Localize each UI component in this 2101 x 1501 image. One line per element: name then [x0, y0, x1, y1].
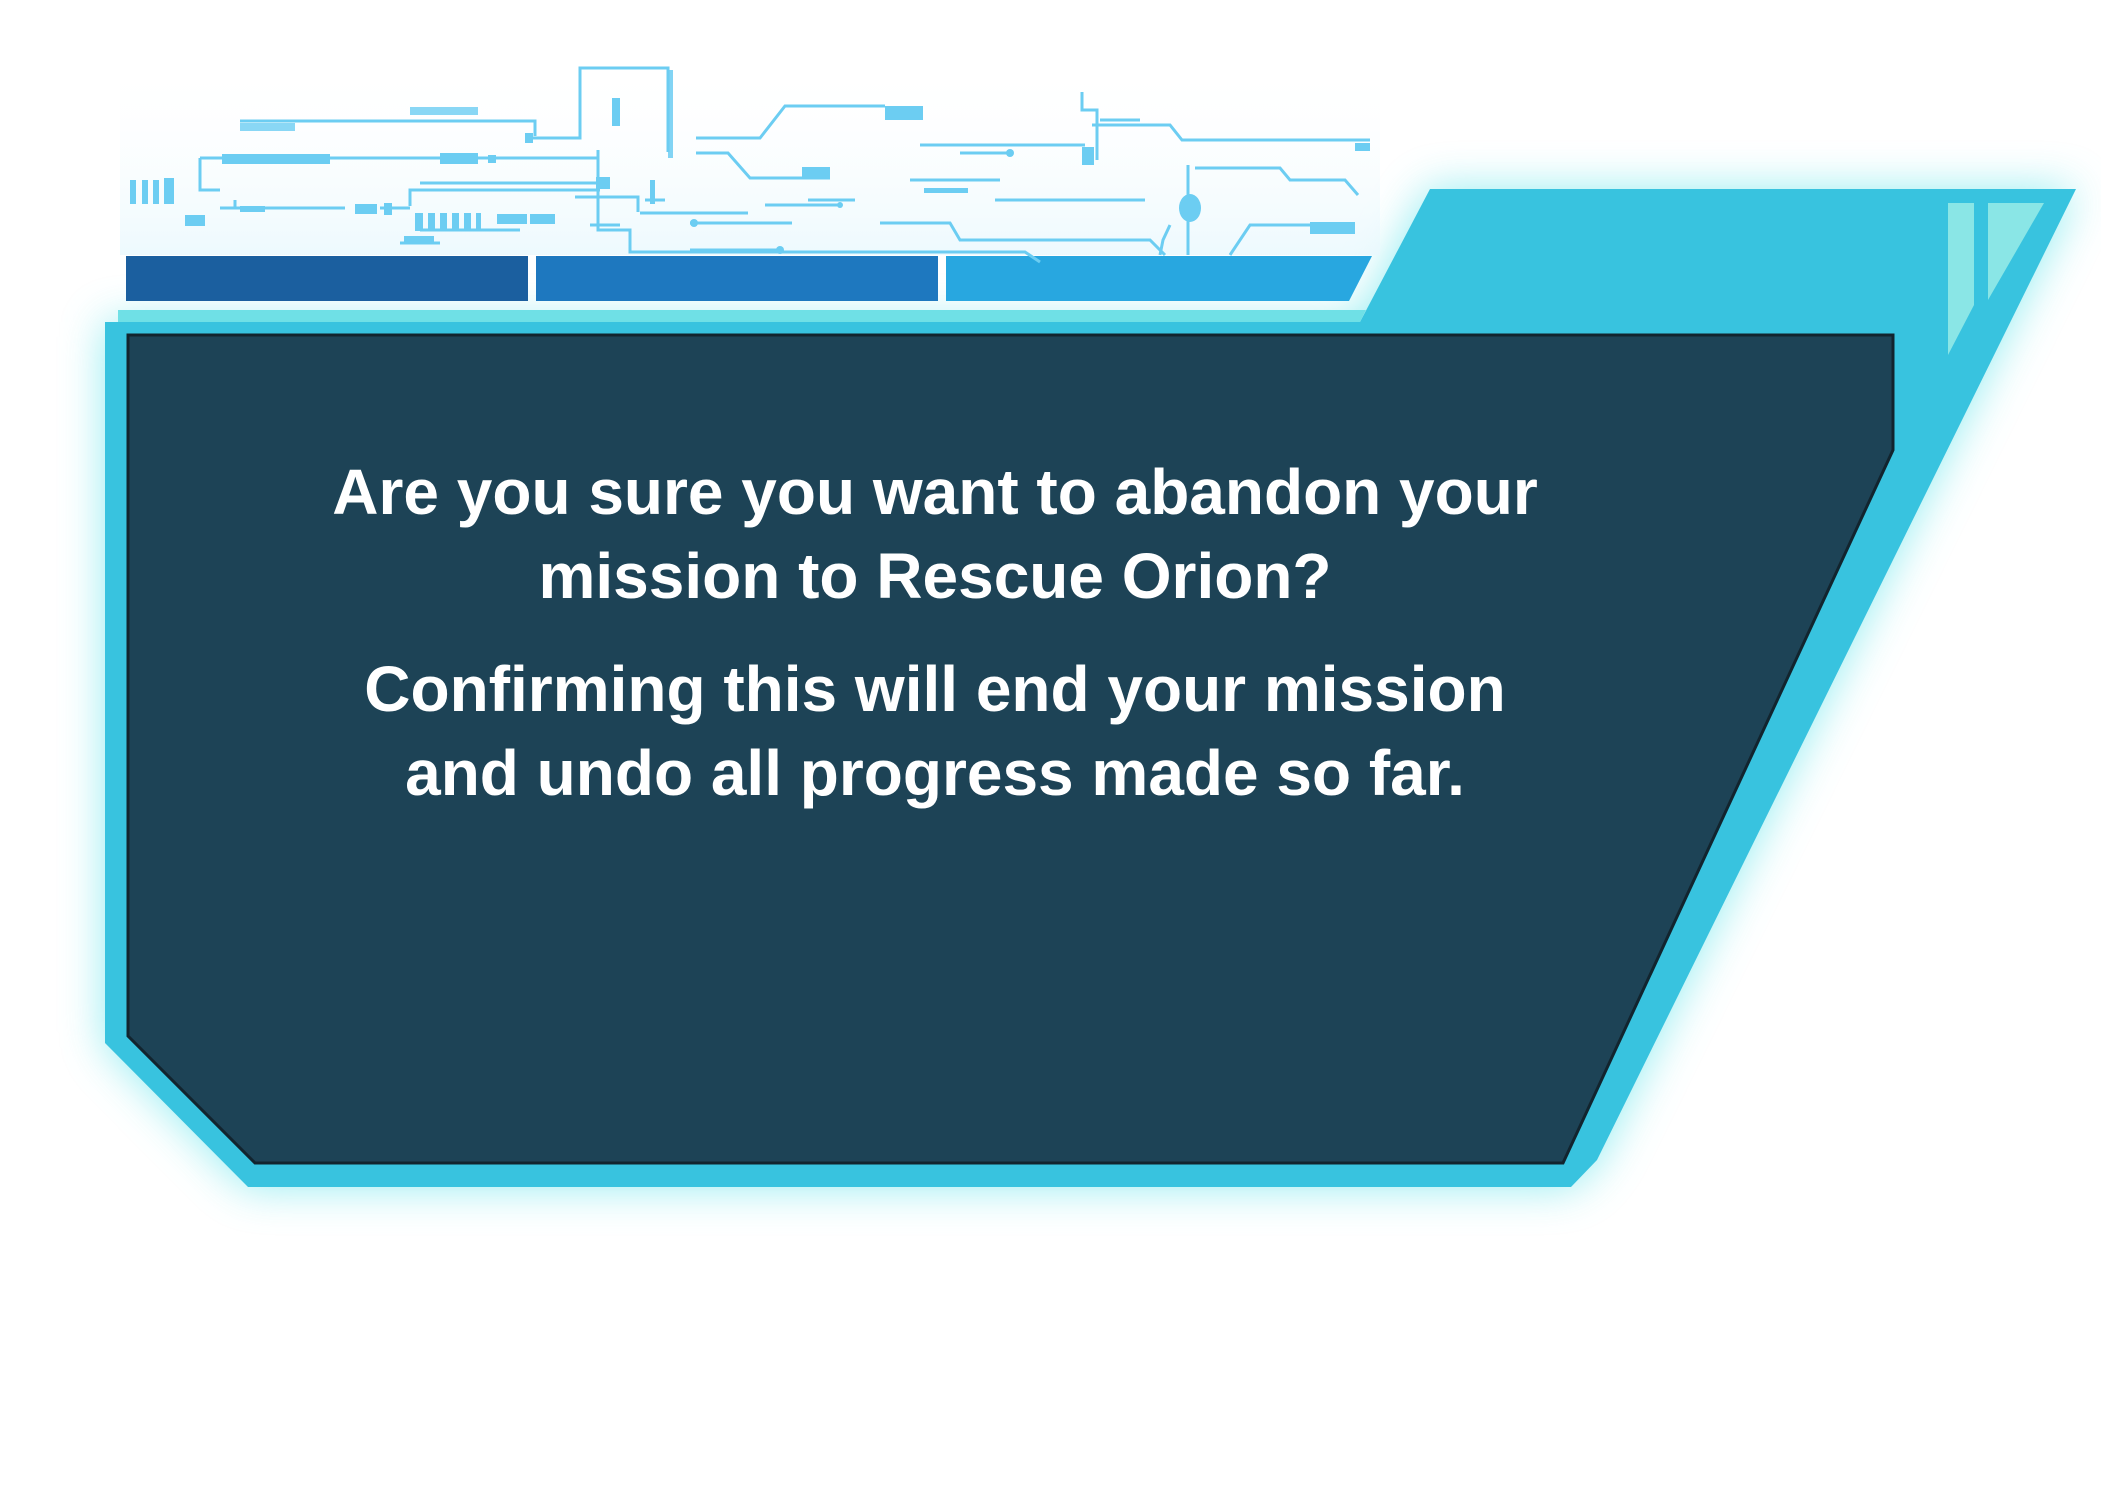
confirm-question-line-1: Are you sure you want to abandon your	[332, 456, 1538, 528]
tab-segment-1	[126, 256, 528, 301]
frame-top-rim	[118, 310, 1366, 322]
tab-segment-2	[536, 256, 938, 301]
confirm-warning-line-2: and undo all progress made so far.	[405, 737, 1465, 809]
tab-segment-3	[946, 256, 1372, 301]
confirm-question-line-2: mission to Rescue Orion?	[538, 540, 1332, 612]
confirm-warning-line-1: Confirming this will end your mission	[364, 653, 1506, 725]
